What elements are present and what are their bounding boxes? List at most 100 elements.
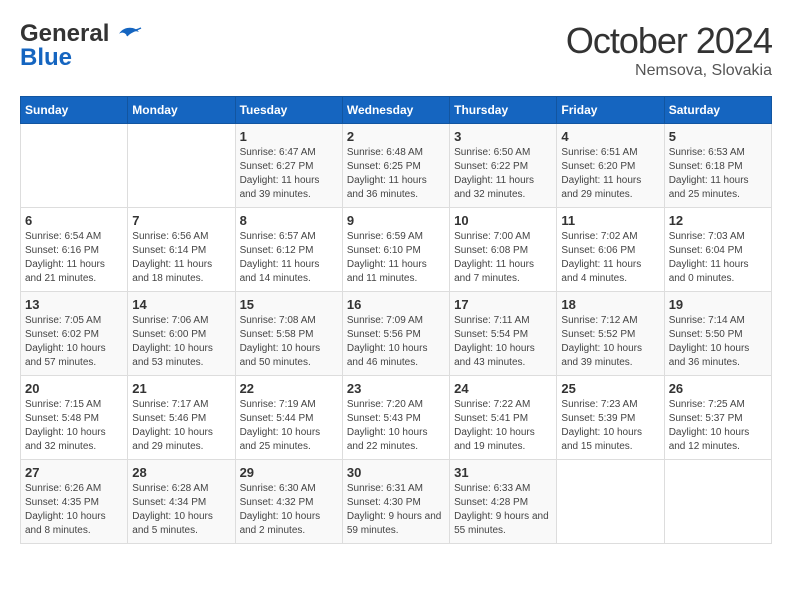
day-info: Sunrise: 6:26 AMSunset: 4:35 PMDaylight:… xyxy=(25,482,123,538)
calendar-body: 1 Sunrise: 6:47 AMSunset: 6:27 PMDayligh… xyxy=(21,124,772,544)
day-info: Sunrise: 7:17 AMSunset: 5:46 PMDaylight:… xyxy=(132,398,230,454)
calendar-cell: 9 Sunrise: 6:59 AMSunset: 6:10 PMDayligh… xyxy=(342,208,449,292)
day-number: 3 xyxy=(454,129,552,144)
day-number: 27 xyxy=(25,465,123,480)
calendar-table: SundayMondayTuesdayWednesdayThursdayFrid… xyxy=(20,96,772,544)
day-number: 4 xyxy=(561,129,659,144)
logo: General Blue xyxy=(20,20,143,72)
calendar-cell: 13 Sunrise: 7:05 AMSunset: 6:02 PMDaylig… xyxy=(21,292,128,376)
day-info: Sunrise: 6:50 AMSunset: 6:22 PMDaylight:… xyxy=(454,146,552,202)
day-number: 31 xyxy=(454,465,552,480)
day-info: Sunrise: 6:48 AMSunset: 6:25 PMDaylight:… xyxy=(347,146,445,202)
day-info: Sunrise: 7:25 AMSunset: 5:37 PMDaylight:… xyxy=(669,398,767,454)
title-block: October 2024 Nemsova, Slovakia xyxy=(566,20,772,80)
day-number: 7 xyxy=(132,213,230,228)
location: Nemsova, Slovakia xyxy=(566,62,772,80)
day-number: 9 xyxy=(347,213,445,228)
calendar-cell: 3 Sunrise: 6:50 AMSunset: 6:22 PMDayligh… xyxy=(450,124,557,208)
day-info: Sunrise: 7:22 AMSunset: 5:41 PMDaylight:… xyxy=(454,398,552,454)
calendar-cell: 22 Sunrise: 7:19 AMSunset: 5:44 PMDaylig… xyxy=(235,376,342,460)
page-header: General Blue October 2024 Nemsova, Slova… xyxy=(20,20,772,80)
header-sunday: Sunday xyxy=(21,97,128,124)
day-number: 19 xyxy=(669,297,767,312)
day-number: 30 xyxy=(347,465,445,480)
calendar-cell: 14 Sunrise: 7:06 AMSunset: 6:00 PMDaylig… xyxy=(128,292,235,376)
month-title: October 2024 xyxy=(566,20,772,62)
header-tuesday: Tuesday xyxy=(235,97,342,124)
day-number: 1 xyxy=(240,129,338,144)
day-number: 18 xyxy=(561,297,659,312)
day-info: Sunrise: 7:19 AMSunset: 5:44 PMDaylight:… xyxy=(240,398,338,454)
calendar-cell: 17 Sunrise: 7:11 AMSunset: 5:54 PMDaylig… xyxy=(450,292,557,376)
calendar-cell: 1 Sunrise: 6:47 AMSunset: 6:27 PMDayligh… xyxy=(235,124,342,208)
day-number: 2 xyxy=(347,129,445,144)
day-number: 6 xyxy=(25,213,123,228)
calendar-cell: 11 Sunrise: 7:02 AMSunset: 6:06 PMDaylig… xyxy=(557,208,664,292)
calendar-cell: 8 Sunrise: 6:57 AMSunset: 6:12 PMDayligh… xyxy=(235,208,342,292)
header-friday: Friday xyxy=(557,97,664,124)
calendar-cell xyxy=(21,124,128,208)
calendar-cell: 30 Sunrise: 6:31 AMSunset: 4:30 PMDaylig… xyxy=(342,460,449,544)
day-number: 8 xyxy=(240,213,338,228)
day-info: Sunrise: 6:56 AMSunset: 6:14 PMDaylight:… xyxy=(132,230,230,286)
day-info: Sunrise: 6:53 AMSunset: 6:18 PMDaylight:… xyxy=(669,146,767,202)
week-row-4: 20 Sunrise: 7:15 AMSunset: 5:48 PMDaylig… xyxy=(21,376,772,460)
calendar-cell: 15 Sunrise: 7:08 AMSunset: 5:58 PMDaylig… xyxy=(235,292,342,376)
day-info: Sunrise: 7:02 AMSunset: 6:06 PMDaylight:… xyxy=(561,230,659,286)
day-number: 16 xyxy=(347,297,445,312)
calendar-cell: 28 Sunrise: 6:28 AMSunset: 4:34 PMDaylig… xyxy=(128,460,235,544)
calendar-cell: 12 Sunrise: 7:03 AMSunset: 6:04 PMDaylig… xyxy=(664,208,771,292)
calendar-cell: 31 Sunrise: 6:33 AMSunset: 4:28 PMDaylig… xyxy=(450,460,557,544)
calendar-header-row: SundayMondayTuesdayWednesdayThursdayFrid… xyxy=(21,97,772,124)
day-number: 29 xyxy=(240,465,338,480)
calendar-cell: 6 Sunrise: 6:54 AMSunset: 6:16 PMDayligh… xyxy=(21,208,128,292)
day-info: Sunrise: 7:09 AMSunset: 5:56 PMDaylight:… xyxy=(347,314,445,370)
day-info: Sunrise: 6:51 AMSunset: 6:20 PMDaylight:… xyxy=(561,146,659,202)
calendar-cell: 2 Sunrise: 6:48 AMSunset: 6:25 PMDayligh… xyxy=(342,124,449,208)
calendar-cell: 29 Sunrise: 6:30 AMSunset: 4:32 PMDaylig… xyxy=(235,460,342,544)
logo-bird-icon xyxy=(111,24,143,44)
day-number: 14 xyxy=(132,297,230,312)
day-number: 11 xyxy=(561,213,659,228)
day-info: Sunrise: 7:23 AMSunset: 5:39 PMDaylight:… xyxy=(561,398,659,454)
header-wednesday: Wednesday xyxy=(342,97,449,124)
day-info: Sunrise: 7:11 AMSunset: 5:54 PMDaylight:… xyxy=(454,314,552,370)
calendar-cell: 21 Sunrise: 7:17 AMSunset: 5:46 PMDaylig… xyxy=(128,376,235,460)
day-info: Sunrise: 6:30 AMSunset: 4:32 PMDaylight:… xyxy=(240,482,338,538)
day-number: 5 xyxy=(669,129,767,144)
day-number: 21 xyxy=(132,381,230,396)
logo-blue: Blue xyxy=(20,44,72,72)
day-info: Sunrise: 6:33 AMSunset: 4:28 PMDaylight:… xyxy=(454,482,552,538)
day-info: Sunrise: 6:57 AMSunset: 6:12 PMDaylight:… xyxy=(240,230,338,286)
day-number: 20 xyxy=(25,381,123,396)
day-number: 12 xyxy=(669,213,767,228)
header-monday: Monday xyxy=(128,97,235,124)
calendar-cell xyxy=(128,124,235,208)
day-info: Sunrise: 7:06 AMSunset: 6:00 PMDaylight:… xyxy=(132,314,230,370)
day-info: Sunrise: 6:47 AMSunset: 6:27 PMDaylight:… xyxy=(240,146,338,202)
calendar-cell: 18 Sunrise: 7:12 AMSunset: 5:52 PMDaylig… xyxy=(557,292,664,376)
calendar-cell xyxy=(664,460,771,544)
calendar-cell: 10 Sunrise: 7:00 AMSunset: 6:08 PMDaylig… xyxy=(450,208,557,292)
header-saturday: Saturday xyxy=(664,97,771,124)
day-number: 17 xyxy=(454,297,552,312)
week-row-3: 13 Sunrise: 7:05 AMSunset: 6:02 PMDaylig… xyxy=(21,292,772,376)
day-info: Sunrise: 7:03 AMSunset: 6:04 PMDaylight:… xyxy=(669,230,767,286)
day-info: Sunrise: 7:14 AMSunset: 5:50 PMDaylight:… xyxy=(669,314,767,370)
day-number: 25 xyxy=(561,381,659,396)
calendar-cell: 4 Sunrise: 6:51 AMSunset: 6:20 PMDayligh… xyxy=(557,124,664,208)
calendar-cell: 7 Sunrise: 6:56 AMSunset: 6:14 PMDayligh… xyxy=(128,208,235,292)
day-info: Sunrise: 7:00 AMSunset: 6:08 PMDaylight:… xyxy=(454,230,552,286)
day-info: Sunrise: 6:59 AMSunset: 6:10 PMDaylight:… xyxy=(347,230,445,286)
day-number: 23 xyxy=(347,381,445,396)
day-info: Sunrise: 7:12 AMSunset: 5:52 PMDaylight:… xyxy=(561,314,659,370)
day-number: 24 xyxy=(454,381,552,396)
day-number: 15 xyxy=(240,297,338,312)
day-info: Sunrise: 6:54 AMSunset: 6:16 PMDaylight:… xyxy=(25,230,123,286)
day-info: Sunrise: 7:08 AMSunset: 5:58 PMDaylight:… xyxy=(240,314,338,370)
day-number: 26 xyxy=(669,381,767,396)
day-number: 22 xyxy=(240,381,338,396)
calendar-cell: 19 Sunrise: 7:14 AMSunset: 5:50 PMDaylig… xyxy=(664,292,771,376)
calendar-cell: 25 Sunrise: 7:23 AMSunset: 5:39 PMDaylig… xyxy=(557,376,664,460)
calendar-cell: 26 Sunrise: 7:25 AMSunset: 5:37 PMDaylig… xyxy=(664,376,771,460)
